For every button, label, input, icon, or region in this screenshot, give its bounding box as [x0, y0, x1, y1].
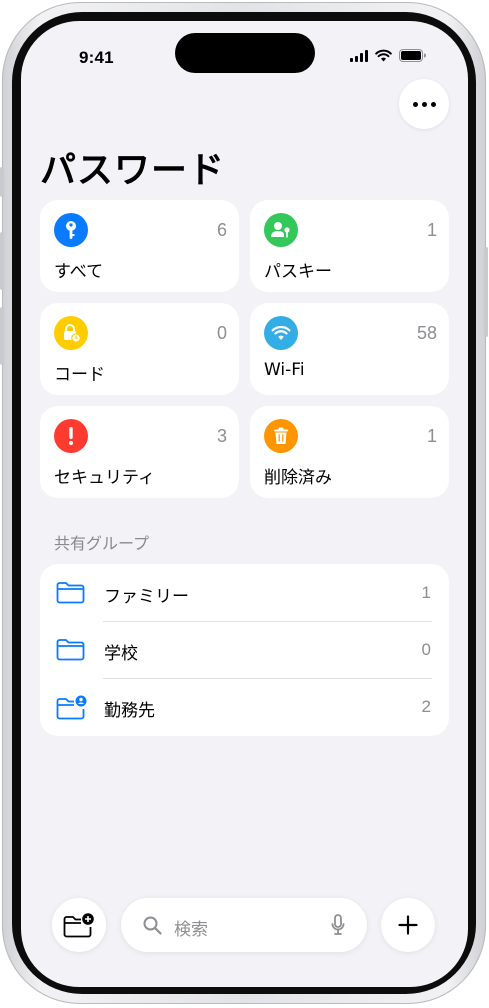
tile-label: すべて — [54, 262, 104, 282]
shared-groups-list: ファミリー 1 学校 0 勤務先 2 — [40, 564, 449, 736]
folder-icon — [56, 639, 85, 661]
search-placeholder: 検索 — [174, 920, 208, 940]
folder-icon — [56, 582, 85, 604]
tile-label: 削除済み — [264, 468, 332, 488]
tile-label: セキュリティ — [54, 468, 155, 488]
status-icons — [350, 49, 426, 62]
dynamic-island — [175, 33, 315, 73]
plus-icon — [398, 915, 418, 935]
tile-count: 6 — [216, 220, 227, 240]
section-header-shared-groups: 共有グループ — [54, 534, 150, 553]
page-title: パスワード — [40, 150, 226, 191]
search-icon — [143, 916, 162, 935]
wifi-status-icon — [375, 49, 392, 62]
tile-count: 3 — [216, 426, 227, 446]
folder-person-icon — [56, 695, 87, 720]
cellular-signal-icon — [350, 49, 368, 62]
screen: 9:41 パスワード 6 すべて 1 パスキー 0 コード 58 Wi-Fi 3… — [21, 21, 468, 987]
action-button — [0, 167, 4, 197]
tile-all[interactable]: 6 すべて — [40, 200, 239, 292]
battery-icon — [399, 49, 426, 62]
volume-up-button — [0, 232, 4, 290]
tile-deleted[interactable]: 1 削除済み — [250, 406, 449, 498]
add-button[interactable] — [381, 898, 435, 952]
ellipsis-dot — [421, 101, 427, 107]
ellipsis-dot — [430, 101, 436, 107]
side-button — [484, 247, 488, 337]
group-label: ファミリー — [104, 587, 189, 607]
group-count: 0 — [421, 640, 431, 659]
tile-label: Wi-Fi — [264, 360, 305, 380]
mic-icon[interactable] — [331, 914, 345, 936]
lock-clock-icon — [54, 316, 88, 350]
group-row-work[interactable]: 勤務先 2 — [40, 678, 449, 735]
new-group-button[interactable] — [52, 898, 106, 952]
group-label: 勤務先 — [104, 701, 155, 721]
exclamation-icon — [54, 419, 88, 453]
trash-icon — [264, 419, 298, 453]
group-row-family[interactable]: ファミリー 1 — [40, 564, 449, 621]
folder-plus-icon — [63, 913, 94, 938]
person-key-icon — [264, 213, 298, 247]
tile-label: コード — [54, 365, 105, 385]
key-icon — [54, 213, 88, 247]
tile-count: 1 — [426, 220, 437, 240]
volume-down-button — [0, 307, 4, 365]
tile-count: 1 — [426, 426, 437, 446]
group-row-school[interactable]: 学校 0 — [40, 621, 449, 678]
tile-label: パスキー — [264, 262, 332, 282]
tile-security[interactable]: 3 セキュリティ — [40, 406, 239, 498]
group-label: 学校 — [104, 644, 138, 664]
tile-wifi[interactable]: 58 Wi-Fi — [250, 303, 449, 395]
wifi-icon — [264, 316, 298, 350]
tile-codes[interactable]: 0 コード — [40, 303, 239, 395]
tile-count: 0 — [216, 323, 227, 343]
more-button[interactable] — [399, 79, 449, 129]
status-time: 9:41 — [79, 48, 114, 67]
ellipsis-icon — [412, 101, 418, 107]
search-field[interactable]: 検索 — [121, 898, 367, 952]
group-count: 2 — [421, 697, 431, 716]
tile-count: 58 — [416, 323, 437, 343]
tile-passkeys[interactable]: 1 パスキー — [250, 200, 449, 292]
group-count: 1 — [421, 583, 431, 602]
